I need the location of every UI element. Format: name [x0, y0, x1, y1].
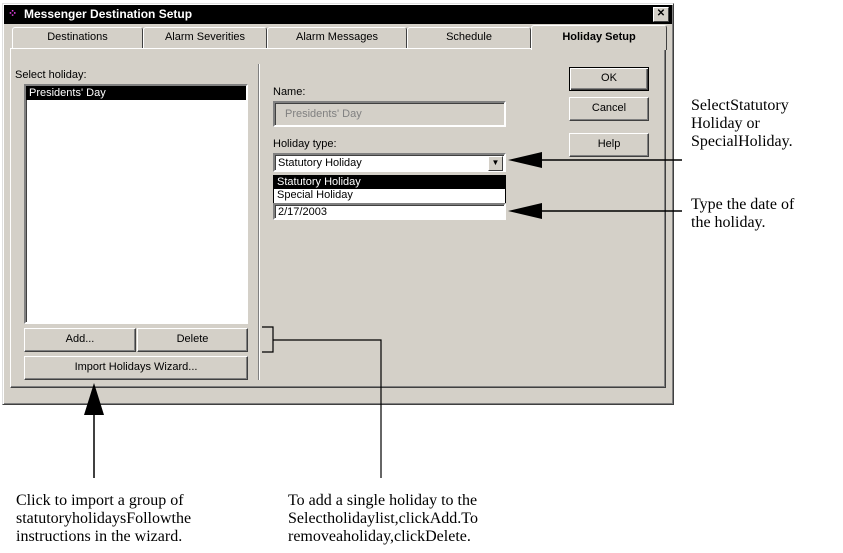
- callout-date: Type the date of the holiday.: [691, 196, 794, 232]
- callout-line: SpecialHoliday.: [691, 133, 793, 150]
- callout-line: statutoryholidaysFollowthe: [16, 510, 192, 527]
- callout-add-delete: To add a single holiday to the Selecthol…: [288, 492, 478, 546]
- callout-line: Type the date of: [691, 196, 795, 213]
- callout-line: Holiday or: [691, 115, 760, 132]
- callout-line: Selectholidaylist,clickAdd.To: [288, 510, 478, 527]
- callout-import: Click to import a group of statutoryholi…: [16, 492, 191, 546]
- callout-line: the holiday.: [691, 214, 766, 231]
- tab-label: Holiday Setup: [562, 31, 636, 43]
- callout-lines: [84, 152, 682, 478]
- callout-line: instructions in the wizard.: [16, 528, 183, 545]
- callout-line-add: [273, 339, 382, 478]
- callout-line: To add a single holiday to the: [288, 492, 478, 509]
- bracket-add-delete: [262, 326, 274, 353]
- callout-line: Click to import a group of: [16, 492, 184, 509]
- arrowhead-date: [508, 203, 542, 219]
- arrowhead-type: [508, 152, 542, 168]
- callout-holiday-type: SelectStatutory Holiday or SpecialHolida…: [691, 97, 793, 151]
- arrowhead-import: [84, 383, 104, 415]
- tab-holiday-setup[interactable]: Holiday Setup: [531, 25, 667, 50]
- callout-line: removeaholiday,clickDelete.: [288, 528, 471, 545]
- callout-line: SelectStatutory: [691, 97, 789, 114]
